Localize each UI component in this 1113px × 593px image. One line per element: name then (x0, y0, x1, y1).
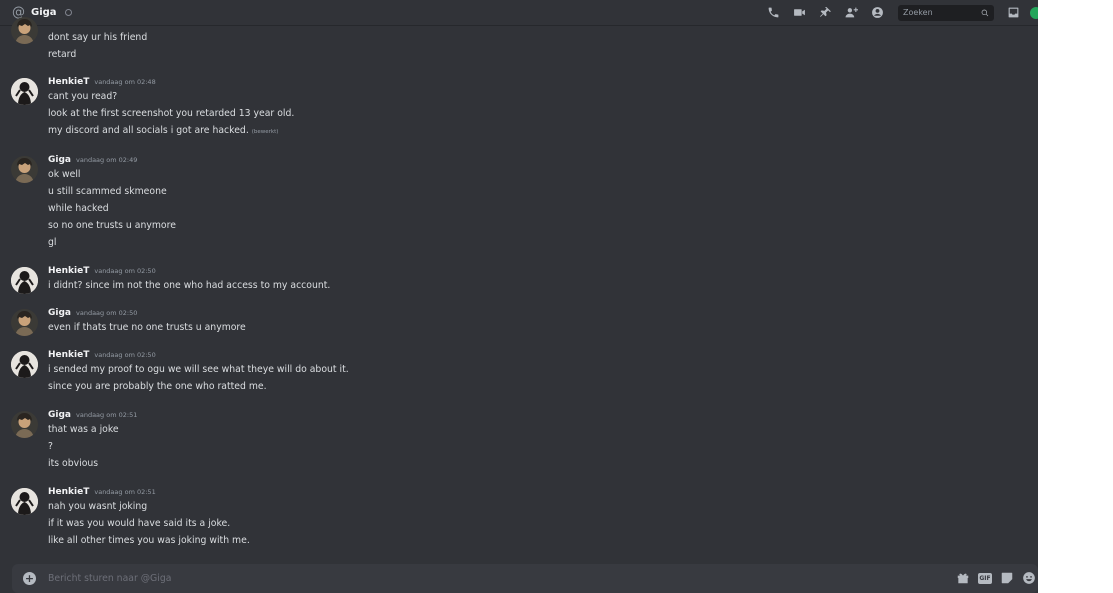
message-line: ? (48, 441, 53, 452)
avatar[interactable] (11, 78, 38, 105)
message-composer[interactable]: + Bericht sturen naar @Giga GIF (12, 564, 1038, 593)
gift-icon[interactable] (956, 571, 970, 585)
message-header: Giga vandaag om 02:51 (48, 410, 137, 423)
avatar[interactable] (11, 309, 38, 336)
message-line: if it was you would have said its a joke… (48, 518, 231, 529)
message-header: HenkieT vandaag om 02:48 (48, 77, 156, 90)
message-line: dont say ur his friend (48, 32, 148, 43)
sticker-icon[interactable] (1000, 571, 1014, 585)
message-group: Giga vandaag om 02:50 even if thats true… (0, 308, 1038, 336)
search-icon (981, 9, 989, 16)
attach-plus-icon[interactable]: + (23, 572, 36, 585)
message-line: its obvious (48, 458, 99, 469)
author-name[interactable]: HenkieT (48, 487, 89, 497)
message-header: Giga vandaag om 02:50 (48, 308, 137, 321)
message-list: dont say ur his friend retard HenkieT va… (0, 17, 1038, 557)
message-group: dont say ur his friend retard (0, 17, 1038, 60)
message-line: ok well (48, 169, 81, 180)
dm-window: @ Giga Zoeken dont say ur his friend ret… (0, 0, 1038, 593)
message-group: HenkieT vandaag om 02:51 nah you wasnt j… (0, 487, 1038, 549)
message-header: HenkieT vandaag om 02:50 (48, 350, 156, 363)
message-line: even if thats true no one trusts u anymo… (48, 322, 246, 333)
author-name[interactable]: Giga (48, 155, 71, 165)
emoji-icon[interactable] (1022, 571, 1036, 585)
message-line: cant you read? (48, 91, 118, 102)
edited-label: (bewerkt) (251, 129, 279, 135)
timestamp: vandaag om 02:51 (94, 488, 156, 496)
timestamp: vandaag om 02:50 (76, 309, 138, 317)
message-line: nah you wasnt joking (48, 501, 148, 512)
message-group: Giga vandaag om 02:51 that was a joke ? … (0, 410, 1038, 472)
message-text: my discord and all socials i got are hac… (48, 125, 249, 136)
message-line: u still scammed skmeone (48, 186, 167, 197)
message-group: HenkieT vandaag om 02:50 i sended my pro… (0, 350, 1038, 395)
composer-actions: GIF (956, 571, 1036, 585)
message-line: look at the first screenshot you retarde… (48, 108, 295, 119)
avatar[interactable] (11, 17, 38, 44)
composer-placeholder[interactable]: Bericht sturen naar @Giga (48, 573, 171, 584)
message-line: while hacked (48, 203, 109, 214)
timestamp: vandaag om 02:49 (76, 156, 138, 164)
message-line: i sended my proof to ogu we will see wha… (48, 364, 349, 375)
message-line: my discord and all socials i got are hac… (48, 125, 278, 136)
offline-status-icon (64, 9, 72, 16)
search-placeholder: Zoeken (903, 8, 933, 17)
gif-label: GIF (978, 572, 992, 584)
timestamp: vandaag om 02:48 (94, 78, 156, 86)
avatar[interactable] (11, 488, 38, 515)
author-name[interactable]: HenkieT (48, 350, 89, 360)
avatar[interactable] (11, 351, 38, 378)
message-header: Giga vandaag om 02:49 (48, 155, 137, 168)
avatar[interactable] (11, 267, 38, 294)
message-group: HenkieT vandaag om 02:50 i didnt? since … (0, 266, 1038, 294)
message-line: so no one trusts u anymore (48, 220, 176, 231)
timestamp: vandaag om 02:50 (94, 267, 156, 275)
message-line: like all other times you was joking with… (48, 535, 250, 546)
avatar[interactable] (11, 156, 38, 183)
message-line: since you are probably the one who ratte… (48, 381, 267, 392)
author-name[interactable]: HenkieT (48, 266, 89, 276)
author-name[interactable]: Giga (48, 308, 71, 318)
message-line: retard (48, 49, 77, 60)
message-group: HenkieT vandaag om 02:48 cant you read? … (0, 77, 1038, 137)
message-line: gl (48, 237, 57, 248)
timestamp: vandaag om 02:51 (76, 411, 138, 419)
message-header: HenkieT vandaag om 02:50 (48, 266, 156, 279)
avatar[interactable] (11, 411, 38, 438)
author-name[interactable]: HenkieT (48, 77, 89, 87)
author-name[interactable]: Giga (48, 410, 71, 420)
message-line: that was a joke (48, 424, 119, 435)
gif-icon[interactable]: GIF (978, 571, 992, 585)
message-header: HenkieT vandaag om 02:51 (48, 487, 156, 500)
message-group: Giga vandaag om 02:49 ok well u still sc… (0, 155, 1038, 249)
message-line: i didnt? since im not the one who had ac… (48, 280, 331, 291)
timestamp: vandaag om 02:50 (94, 351, 156, 359)
